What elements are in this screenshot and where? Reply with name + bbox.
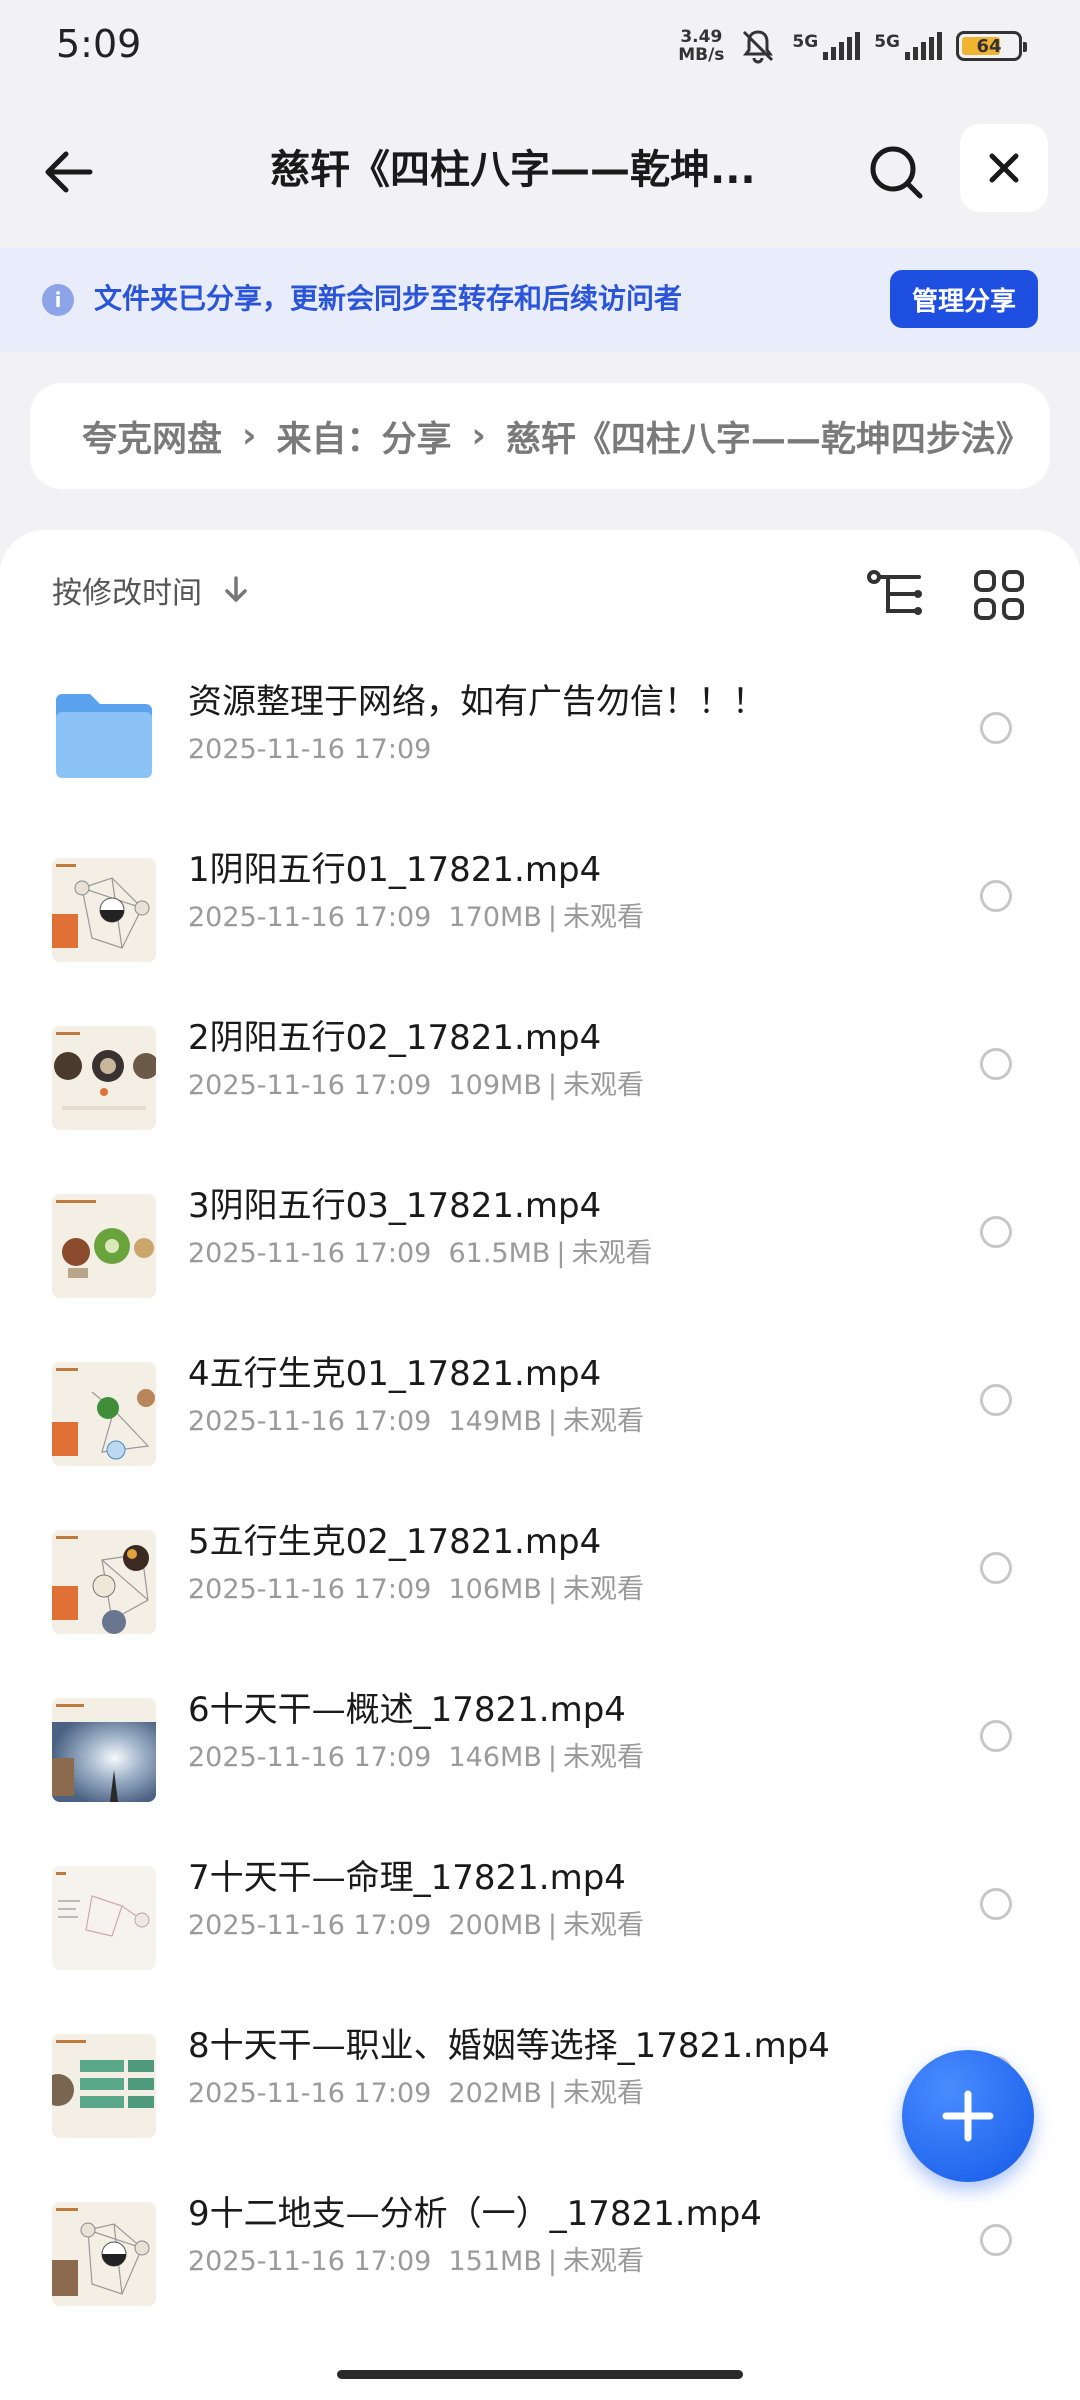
file-meta: 2025-11-16 17:09 170MB | 未观看 bbox=[188, 902, 644, 933]
file-meta: 2025-11-16 17:09 151MB | 未观看 bbox=[188, 2246, 644, 2277]
signal-sim1: 5G bbox=[792, 32, 861, 60]
sort-label: 按修改时间 bbox=[52, 576, 202, 611]
list-item[interactable]: 3阴阳五行03_17821.mp4 2025-11-16 17:09 61.5M… bbox=[0, 1152, 1080, 1320]
file-name: 8十天干—职业、婚姻等选择_17821.mp4 bbox=[188, 2026, 830, 2066]
file-meta: 2025-11-16 17:09 149MB | 未观看 bbox=[188, 1406, 644, 1437]
file-name: 资源整理于网络，如有广告勿信！！！ bbox=[188, 682, 766, 722]
status-time: 5:09 bbox=[56, 22, 142, 66]
signal-sim2: 5G bbox=[874, 32, 942, 60]
search-button[interactable] bbox=[866, 142, 926, 202]
select-radio[interactable] bbox=[980, 1552, 1012, 1584]
share-banner-text: 文件夹已分享，更新会同步至转存和后续访问者 bbox=[94, 282, 683, 315]
folder-icon bbox=[56, 694, 152, 778]
signal-bars-icon bbox=[823, 32, 861, 60]
close-icon bbox=[989, 153, 1019, 183]
arrow-down-icon bbox=[225, 576, 247, 602]
file-meta: 2025-11-16 17:09 200MB | 未观看 bbox=[188, 1910, 644, 1941]
manage-share-button[interactable]: 管理分享 bbox=[890, 270, 1038, 328]
breadcrumb-item-current: 慈轩《四柱八字——乾坤四步法》 bbox=[505, 419, 1031, 460]
close-button[interactable] bbox=[960, 124, 1048, 212]
top-app-bar: 慈轩《四柱八字——乾坤... bbox=[0, 120, 1080, 220]
home-indicator[interactable] bbox=[337, 2370, 743, 2379]
info-icon: i bbox=[42, 284, 74, 316]
list-item[interactable]: 9十二地支—分析（一）_17821.mp4 2025-11-16 17:09 1… bbox=[0, 2160, 1080, 2328]
video-thumbnail bbox=[52, 1026, 156, 1130]
select-radio[interactable] bbox=[980, 1720, 1012, 1752]
list-item[interactable]: 6十天干—概述_17821.mp4 2025-11-16 17:09 146MB… bbox=[0, 1656, 1080, 1824]
video-thumbnail bbox=[52, 1530, 156, 1634]
add-button[interactable] bbox=[902, 2050, 1034, 2182]
list-item[interactable]: 1阴阳五行01_17821.mp4 2025-11-16 17:09 170MB… bbox=[0, 816, 1080, 984]
file-meta: 2025-11-16 17:09 146MB | 未观看 bbox=[188, 1742, 644, 1773]
select-radio[interactable] bbox=[980, 1384, 1012, 1416]
file-meta: 2025-11-16 17:09 202MB | 未观看 bbox=[188, 2078, 644, 2109]
chevron-right-icon: › bbox=[242, 416, 257, 456]
share-banner: i 文件夹已分享，更新会同步至转存和后续访问者 管理分享 bbox=[0, 248, 1080, 352]
file-name: 4五行生克01_17821.mp4 bbox=[188, 1354, 602, 1394]
search-icon bbox=[870, 146, 923, 199]
file-name: 1阴阳五行01_17821.mp4 bbox=[188, 850, 602, 890]
file-name: 3阴阳五行03_17821.mp4 bbox=[188, 1186, 602, 1226]
list-item[interactable]: 4五行生克01_17821.mp4 2025-11-16 17:09 149MB… bbox=[0, 1320, 1080, 1488]
video-thumbnail bbox=[52, 858, 156, 962]
grid-view-button[interactable] bbox=[972, 568, 1026, 622]
video-thumbnail bbox=[52, 1866, 156, 1970]
breadcrumb: 夸克网盘 › 来自：分享 › 慈轩《四柱八字——乾坤四步法》 bbox=[30, 383, 1050, 489]
select-radio[interactable] bbox=[980, 1048, 1012, 1080]
select-radio[interactable] bbox=[980, 712, 1012, 744]
file-name: 5五行生克02_17821.mp4 bbox=[188, 1522, 602, 1562]
mute-bell-icon bbox=[743, 30, 774, 64]
battery-icon: 64 bbox=[956, 31, 1027, 61]
file-meta: 2025-11-16 17:09 bbox=[188, 734, 432, 765]
file-meta: 2025-11-16 17:09 61.5MB | 未观看 bbox=[188, 1238, 653, 1269]
grid-view-icon bbox=[974, 570, 1024, 620]
file-name: 6十天干—概述_17821.mp4 bbox=[188, 1690, 626, 1730]
arrow-left-icon bbox=[45, 151, 93, 193]
tree-view-icon bbox=[867, 570, 922, 615]
page-title: 慈轩《四柱八字——乾坤... bbox=[270, 147, 756, 193]
select-radio[interactable] bbox=[980, 1216, 1012, 1248]
tree-view-button[interactable] bbox=[866, 568, 926, 622]
network-speed: 3.49 MB/s bbox=[678, 27, 725, 65]
select-radio[interactable] bbox=[980, 2224, 1012, 2256]
file-meta: 2025-11-16 17:09 106MB | 未观看 bbox=[188, 1574, 644, 1605]
status-bar: 5:09 3.49 MB/s 5G 5G 64 bbox=[0, 0, 1080, 90]
list-item[interactable]: 资源整理于网络，如有广告勿信！！！ 2025-11-16 17:09 bbox=[0, 648, 1080, 816]
list-item[interactable]: 7十天干—命理_17821.mp4 2025-11-16 17:09 200MB… bbox=[0, 1824, 1080, 1992]
back-button[interactable] bbox=[40, 142, 100, 202]
file-meta: 2025-11-16 17:09 109MB | 未观看 bbox=[188, 1070, 644, 1101]
file-name: 9十二地支—分析（一）_17821.mp4 bbox=[188, 2194, 762, 2234]
file-name: 7十天干—命理_17821.mp4 bbox=[188, 1858, 626, 1898]
file-name: 2阴阳五行02_17821.mp4 bbox=[188, 1018, 602, 1058]
list-item[interactable]: 2阴阳五行02_17821.mp4 2025-11-16 17:09 109MB… bbox=[0, 984, 1080, 1152]
select-radio[interactable] bbox=[980, 1888, 1012, 1920]
status-icons: 3.49 MB/s 5G 5G 64 bbox=[678, 26, 1027, 66]
signal-bars-icon bbox=[905, 32, 942, 60]
breadcrumb-item-shared[interactable]: 来自：分享 bbox=[276, 411, 451, 462]
video-thumbnail bbox=[52, 2034, 156, 2138]
video-thumbnail bbox=[52, 1698, 156, 1802]
chevron-right-icon: › bbox=[471, 416, 486, 456]
list-item[interactable]: 5五行生克02_17821.mp4 2025-11-16 17:09 106MB… bbox=[0, 1488, 1080, 1656]
breadcrumb-item-root[interactable]: 夸克网盘 bbox=[82, 411, 222, 462]
plus-icon bbox=[942, 2090, 994, 2142]
video-thumbnail bbox=[52, 1194, 156, 1298]
sort-selector[interactable]: 按修改时间 bbox=[52, 568, 250, 612]
video-thumbnail bbox=[52, 1362, 156, 1466]
select-radio[interactable] bbox=[980, 880, 1012, 912]
video-thumbnail bbox=[52, 2202, 156, 2306]
